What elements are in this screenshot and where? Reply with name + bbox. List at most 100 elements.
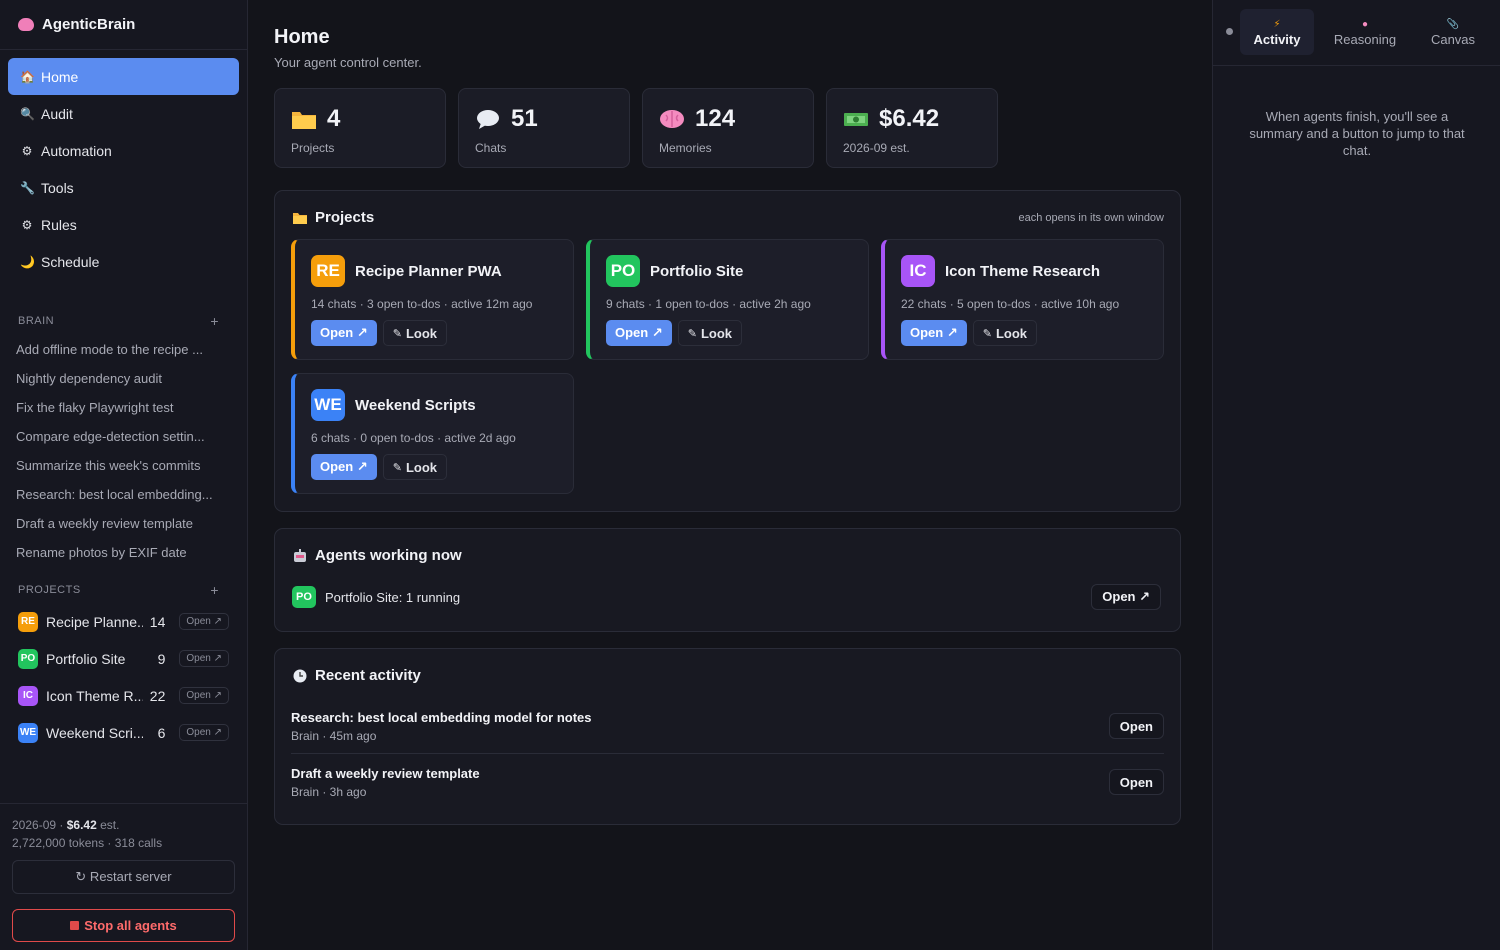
look-label: Look — [700, 325, 733, 341]
project-name: Portfolio Site — [46, 650, 126, 667]
tab-reasoning[interactable]: ● Reasoning — [1323, 9, 1407, 55]
brain-chat-item[interactable]: Summarize this week's commits — [16, 451, 231, 480]
project-name: Icon Theme R... — [46, 687, 144, 704]
look-project-button[interactable]: ✎ Look — [677, 320, 743, 346]
activity-title: Draft a weekly review template — [291, 766, 480, 781]
gear-icon: ⚙ — [21, 217, 33, 232]
right-panel-tabs: ⚡ Activity ● Reasoning 📎 Canvas — [1213, 0, 1500, 66]
speech-bubble-icon — [477, 110, 499, 129]
tab-label: Activity — [1253, 31, 1301, 47]
sidebar-project-icon-theme[interactable]: IC Icon Theme R... 22 Open ↗ — [0, 677, 247, 714]
open-activity-button[interactable]: Open — [1108, 769, 1164, 795]
stat-chats[interactable]: 51 Chats — [458, 88, 630, 168]
sidebar: AgenticBrain 🏠 Home 🔍 Audit ⚙ Automation 🔧 T… — [0, 0, 248, 950]
sidebar-project-portfolio[interactable]: PO Portfolio Site 9 Open ↗ — [0, 640, 247, 677]
stop-icon — [70, 921, 80, 930]
stat-label: Projects — [291, 141, 335, 155]
restart-server-button[interactable]: ↻ Restart server — [12, 860, 235, 894]
project-card-icon-theme[interactable]: IC Icon Theme Research 22 chats · 5 open… — [881, 239, 1164, 360]
look-project-button[interactable]: ✎ Look — [382, 454, 448, 480]
project-card-portfolio[interactable]: PO Portfolio Site 9 chats · 1 open to-do… — [586, 239, 869, 360]
open-project-button[interactable]: Open ↗ — [311, 320, 377, 346]
tab-canvas[interactable]: 📎 Canvas — [1418, 9, 1488, 55]
project-card-title: Icon Theme Research — [945, 263, 1101, 280]
project-card-meta: 14 chats · 3 open to-dos · active 12m ag… — [311, 297, 533, 311]
app-title: AgenticBrain — [42, 16, 136, 33]
brain-chat-item[interactable]: Rename photos by EXIF date — [16, 538, 231, 567]
brain-chat-item[interactable]: Research: best local embedding... — [16, 480, 231, 509]
nav-label: Home — [41, 68, 79, 85]
look-label: Look — [405, 459, 438, 475]
look-project-button[interactable]: ✎ Look — [382, 320, 448, 346]
divider — [291, 753, 1164, 754]
brain-icon — [660, 110, 684, 128]
stat-cost[interactable]: $6.42 2026-09 est. — [826, 88, 998, 168]
pencil-icon: ✎ — [392, 461, 402, 474]
project-badge: WE — [18, 722, 38, 743]
open-activity-button[interactable]: Open — [1108, 713, 1164, 739]
panel-title-text: Recent activity — [315, 667, 421, 684]
open-project-button[interactable]: Open ↗ — [179, 650, 229, 667]
brain-chat-item[interactable]: Nightly dependency audit — [16, 364, 231, 393]
right-panel: ⚡ Activity ● Reasoning 📎 Canvas When age… — [1212, 0, 1500, 950]
agents-panel-title: Agents working now — [292, 547, 462, 564]
activity-item[interactable]: Draft a weekly review template Brain · 3… — [291, 766, 1164, 822]
project-badge: PO — [18, 648, 38, 669]
open-project-button[interactable]: Open ↗ — [179, 724, 229, 741]
brain-icon: ● — [1361, 18, 1369, 30]
open-project-button[interactable]: Open ↗ — [606, 320, 672, 346]
sidebar-project-list: RE Recipe Planne... 14 Open ↗ PO Portfol… — [0, 603, 247, 751]
open-project-button[interactable]: Open ↗ — [179, 613, 229, 630]
activity-panel-title: Recent activity — [292, 667, 421, 684]
usage-tokens: 2,722,000 tokens · 318 calls — [12, 836, 163, 850]
open-project-button[interactable]: Open ↗ — [311, 454, 377, 480]
nav-item-audit[interactable]: 🔍 Audit — [8, 95, 239, 132]
add-brain-chat-button[interactable]: + — [210, 313, 219, 329]
nav-label: Audit — [41, 105, 73, 122]
project-card-meta: 9 chats · 1 open to-dos · active 2h ago — [606, 297, 811, 311]
brain-chat-list: Add offline mode to the recipe ... Night… — [0, 335, 247, 567]
open-project-button[interactable]: Open ↗ — [179, 687, 229, 704]
open-running-agent-button[interactable]: Open ↗ — [1091, 584, 1161, 610]
nav-item-automation[interactable]: ⚙ Automation — [8, 132, 239, 169]
tab-activity[interactable]: ⚡ Activity — [1240, 9, 1314, 55]
clock-icon — [293, 669, 307, 682]
recent-activity-panel: Recent activity Research: best local emb… — [274, 648, 1181, 825]
stop-all-agents-button[interactable]: Stop all agents — [12, 909, 235, 942]
panel-title-text: Agents working now — [315, 547, 462, 564]
look-project-button[interactable]: ✎ Look — [972, 320, 1038, 346]
stat-memories[interactable]: 124 Memories — [642, 88, 814, 168]
stat-value: 4 — [327, 105, 341, 132]
brand[interactable]: AgenticBrain — [0, 0, 247, 50]
nav-item-rules[interactable]: ⚙ Rules — [8, 206, 239, 243]
brain-chat-item[interactable]: Add offline mode to the recipe ... — [16, 335, 231, 364]
activity-item[interactable]: Research: best local embedding model for… — [291, 710, 1164, 766]
project-card-weekend[interactable]: WE Weekend Scripts 6 chats · 0 open to-d… — [291, 373, 574, 494]
add-project-button[interactable]: + — [210, 582, 219, 598]
pencil-icon: ✎ — [392, 327, 402, 340]
nav-item-schedule[interactable]: 🌙 Schedule — [8, 243, 239, 280]
brain-chat-item[interactable]: Fix the flaky Playwright test — [16, 393, 231, 422]
stat-label: Chats — [475, 141, 507, 155]
running-agent-row: PO Portfolio Site: 1 running — [292, 586, 460, 608]
stat-projects[interactable]: 4 Projects — [274, 88, 446, 168]
sidebar-project-weekend[interactable]: WE Weekend Scri... 6 Open ↗ — [0, 714, 247, 751]
panel-title-text: Projects — [315, 209, 375, 226]
nav-item-tools[interactable]: 🔧 Tools — [8, 169, 239, 206]
stat-value: 124 — [695, 105, 736, 132]
brain-section-header: BRAIN + — [0, 310, 247, 332]
main-nav: 🏠 Home 🔍 Audit ⚙ Automation 🔧 Tools ⚙ Rules 🌙… — [0, 50, 247, 280]
project-chat-count: 22 — [149, 687, 166, 704]
magnifier-icon: 🔍 — [20, 106, 35, 121]
open-project-button[interactable]: Open ↗ — [901, 320, 967, 346]
brain-logo-icon — [18, 18, 34, 31]
brain-chat-item[interactable]: Compare edge-detection settin... — [16, 422, 231, 451]
project-card-recipe[interactable]: RE Recipe Planner PWA 14 chats · 3 open … — [291, 239, 574, 360]
nav-item-home[interactable]: 🏠 Home — [8, 58, 239, 95]
sidebar-project-recipe[interactable]: RE Recipe Planne... 14 Open ↗ — [0, 603, 247, 640]
folder-icon — [293, 212, 307, 224]
stats-row: 4 Projects 51 Chats 124 Memories $6.42 2… — [274, 88, 998, 168]
project-badge: RE — [311, 255, 345, 287]
brain-chat-item[interactable]: Draft a weekly review template — [16, 509, 231, 538]
projects-section-header: PROJECTS + — [0, 579, 247, 601]
